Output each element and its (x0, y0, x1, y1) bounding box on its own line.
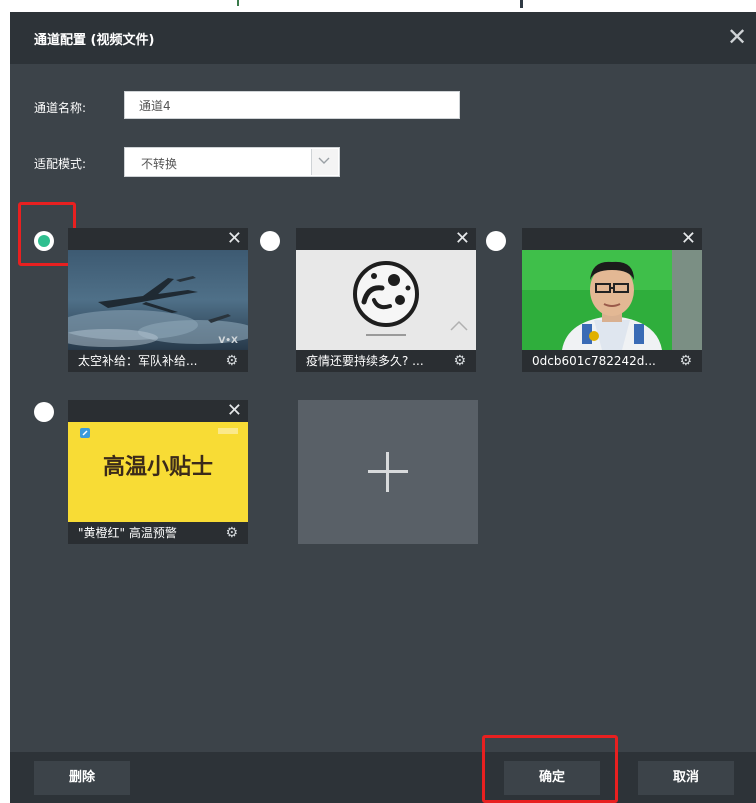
card-caption-bar: 疫情还要持续多久? ... ⚙ (296, 350, 476, 372)
dialog-footer: 删除 确定 取消 (10, 752, 756, 803)
card-topbar: ✕ (296, 228, 476, 250)
card-caption-bar: 太空补给：军队补给... ⚙ (68, 350, 248, 372)
card-caption: 0dcb601c782242d... (532, 354, 656, 368)
top-strip-mark (237, 0, 239, 6)
radio-card-4[interactable] (34, 402, 54, 422)
cancel-button[interactable]: 取消 (638, 761, 734, 795)
fit-mode-value: 不转换 (141, 157, 178, 171)
highlight-box-confirm (482, 735, 618, 803)
fit-mode-label: 适配模式: (34, 157, 87, 171)
fit-mode-select[interactable]: 不转换 (124, 147, 340, 177)
close-icon[interactable]: ✕ (722, 22, 752, 52)
channel-config-dialog: 通道配置 (视频文件) ✕ 通道名称: 适配模式: 不转换 ✕ (10, 12, 756, 803)
card-caption: 疫情还要持续多久? ... (306, 354, 424, 368)
channel-name-label: 通道名称: (34, 101, 87, 115)
dialog-title: 通道配置 (视频文件) (34, 33, 155, 48)
thumbnail-person (522, 250, 702, 350)
remove-icon[interactable]: ✕ (227, 400, 242, 422)
thumbnail-virus (296, 250, 476, 350)
vox-logo: V•X (218, 336, 238, 346)
video-card-1[interactable]: ✕ V•X 太空补给：军队补给... ⚙ (68, 228, 248, 372)
heat-tips-title: 高温小贴士 (103, 454, 213, 480)
thumbnail-heat-tips: 高温小贴士 (68, 422, 248, 522)
gear-icon[interactable]: ⚙ (679, 350, 692, 372)
remove-icon[interactable]: ✕ (455, 228, 470, 250)
channel-name-input[interactable] (124, 91, 460, 119)
video-card-4[interactable]: ✕ 高温小贴士 "黄橙红" 高温预警 ⚙ (68, 400, 248, 544)
radio-card-3[interactable] (486, 231, 506, 251)
gear-icon[interactable]: ⚙ (453, 350, 466, 372)
gear-icon[interactable]: ⚙ (225, 522, 238, 544)
card-topbar: ✕ (522, 228, 702, 250)
add-video-button[interactable] (298, 400, 478, 544)
card-caption: 太空补给：军队补给... (78, 354, 198, 368)
plus-icon (386, 452, 389, 492)
card-caption-bar: "黄橙红" 高温预警 ⚙ (68, 522, 248, 544)
chevron-down-icon[interactable] (311, 149, 338, 175)
card-topbar: ✕ (68, 228, 248, 250)
radio-card-2[interactable] (260, 231, 280, 251)
video-card-2[interactable]: ✕ 疫情还要持续多久? ... ⚙ (296, 228, 476, 372)
gear-icon[interactable]: ⚙ (225, 350, 238, 372)
card-topbar: ✕ (68, 400, 248, 422)
top-strip-mark (520, 0, 523, 8)
card-caption: "黄橙红" 高温预警 (78, 526, 177, 540)
delete-button[interactable]: 删除 (34, 761, 130, 795)
top-strip (0, 0, 756, 12)
card-caption-bar: 0dcb601c782242d... ⚙ (522, 350, 702, 372)
radio-card-1[interactable] (34, 231, 54, 251)
dialog-titlebar: 通道配置 (视频文件) ✕ (10, 12, 756, 64)
remove-icon[interactable]: ✕ (227, 228, 242, 250)
video-card-3[interactable]: ✕ 0dcb601c782242d... ⚙ (522, 228, 702, 372)
remove-icon[interactable]: ✕ (681, 228, 696, 250)
thumbnail-aircraft: V•X (68, 250, 248, 350)
